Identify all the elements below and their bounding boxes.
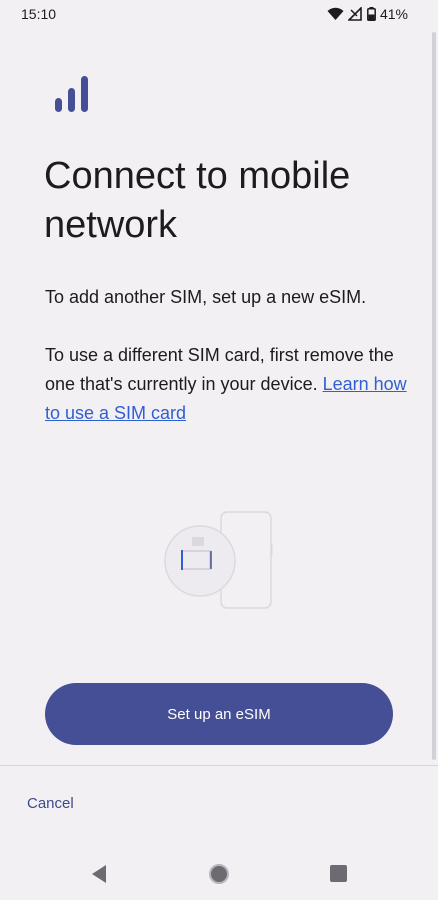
footer-divider bbox=[0, 765, 438, 766]
signal-bars-icon bbox=[54, 76, 90, 117]
battery-icon bbox=[367, 7, 376, 21]
status-icons: 41% bbox=[327, 6, 408, 22]
scrollbar[interactable] bbox=[432, 32, 436, 760]
phone-sim-illustration bbox=[160, 508, 280, 617]
status-time: 15:10 bbox=[21, 6, 57, 22]
cancel-button[interactable]: Cancel bbox=[27, 795, 74, 812]
battery-percentage: 41% bbox=[379, 6, 408, 22]
navigation-bar bbox=[0, 848, 438, 900]
page-title: Connect to mobile network bbox=[44, 155, 351, 246]
home-icon[interactable] bbox=[208, 863, 230, 890]
setup-esim-button[interactable]: Set up an eSIM bbox=[45, 683, 393, 745]
sim-card-instruction: To use a different SIM card, first remov… bbox=[45, 341, 420, 428]
wifi-icon bbox=[327, 7, 344, 21]
esim-instruction-text: To add another SIM, set up a new eSIM. bbox=[45, 287, 367, 307]
status-bar: 15:10 41% bbox=[0, 0, 438, 28]
back-icon[interactable] bbox=[90, 864, 108, 889]
recents-icon[interactable] bbox=[330, 865, 347, 887]
cellular-no-signal-icon bbox=[347, 7, 363, 21]
